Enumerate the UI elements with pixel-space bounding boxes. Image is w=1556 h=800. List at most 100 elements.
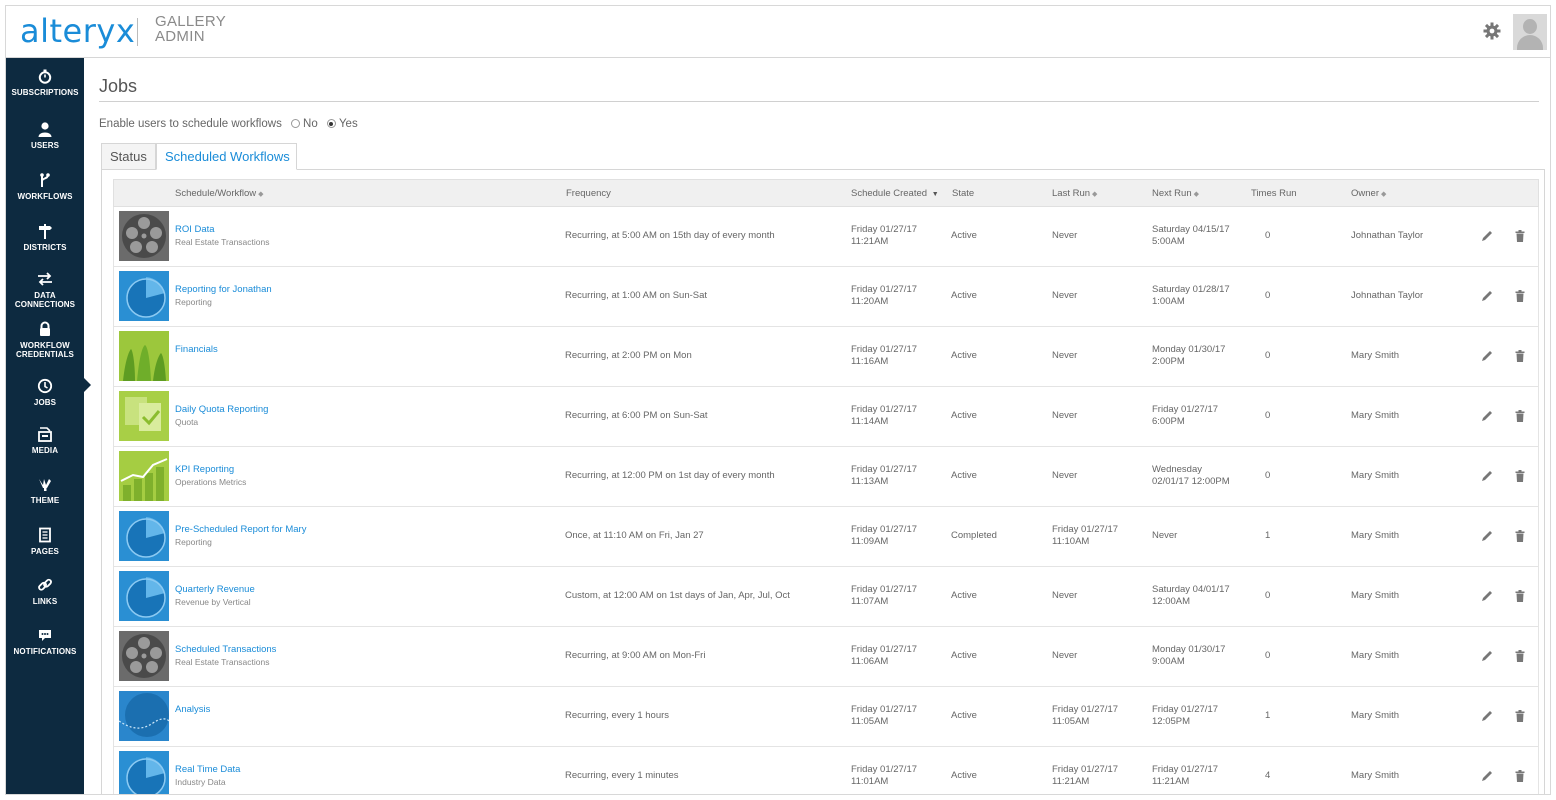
col-owner[interactable]: Owner ◆ — [1351, 188, 1386, 199]
last-run-line1: Friday 01/27/17 — [1052, 524, 1119, 535]
workflow-thumbnail[interactable] — [119, 391, 169, 441]
table-row[interactable]: Quarterly Revenue Revenue by Vertical Cust… — [113, 567, 1539, 627]
workflow-thumbnail[interactable] — [119, 331, 169, 381]
edit-pencil-icon[interactable] — [1480, 769, 1494, 783]
workflow-thumbnail[interactable] — [119, 631, 169, 681]
table-row[interactable]: Financials Recurring, at 2:00 PM on Mon Fr… — [113, 327, 1539, 387]
sidebar-item-workflow-credentials[interactable]: WORKFLOW CREDENTIALS — [6, 321, 84, 359]
alteryx-logo[interactable]: alteryx — [20, 12, 135, 50]
gear-icon[interactable] — [1482, 21, 1502, 41]
created-cell: Friday 01/27/17 11:21AM — [851, 224, 917, 248]
radio-yes-label[interactable]: Yes — [339, 118, 358, 130]
radio-no[interactable] — [291, 119, 301, 128]
col-times-run[interactable]: Times Run — [1251, 188, 1297, 199]
table-row[interactable]: ROI Data Real Estate Transactions Recurrin… — [113, 207, 1539, 267]
col-schedule-workflow[interactable]: Schedule/Workflow ◆ — [175, 188, 264, 199]
edit-pencil-icon[interactable] — [1480, 349, 1494, 363]
delete-trash-icon[interactable] — [1513, 289, 1527, 303]
workflow-name-link[interactable]: Reporting for Jonathan — [175, 284, 272, 296]
last-run-cell: Friday 01/27/17 11:21AM — [1052, 764, 1118, 788]
tab-status[interactable]: Status — [101, 143, 156, 170]
created-time: 11:09AM — [851, 536, 889, 547]
workflow-name-link[interactable]: Quarterly Revenue — [175, 584, 255, 596]
edit-pencil-icon[interactable] — [1480, 709, 1494, 723]
edit-pencil-icon[interactable] — [1480, 649, 1494, 663]
avatar[interactable] — [1513, 14, 1547, 50]
sidebar-item-label: USERS — [30, 141, 60, 150]
delete-trash-icon[interactable] — [1513, 349, 1527, 363]
workflow-name-link[interactable]: Scheduled Transactions — [175, 644, 276, 656]
workflow-name-link[interactable]: Analysis — [175, 704, 210, 716]
workflow-name-link[interactable]: ROI Data — [175, 224, 270, 236]
table-row[interactable]: Analysis Recurring, every 1 hours Friday 0… — [113, 687, 1539, 747]
frequency-cell: Custom, at 12:00 AM on 1st days of Jan, … — [565, 590, 790, 601]
edit-pencil-icon[interactable] — [1480, 289, 1494, 303]
sidebar-item-pages[interactable]: PAGES — [6, 527, 84, 556]
state-cell: Active — [951, 770, 977, 781]
col-state[interactable]: State — [952, 188, 974, 199]
owner-cell: Mary Smith — [1351, 650, 1400, 661]
sidebar-item-theme[interactable]: THEME — [6, 476, 84, 505]
delete-trash-icon[interactable] — [1513, 409, 1527, 423]
workflow-subtitle: Reporting — [175, 537, 212, 547]
next-run-cell: Saturday 01/28/17 1:00AM — [1152, 284, 1230, 308]
page-title: Jobs — [99, 76, 138, 96]
delete-trash-icon[interactable] — [1513, 589, 1527, 603]
sidebar-item-label: SUBSCRIPTIONS — [11, 88, 79, 97]
workflow-thumbnail[interactable] — [119, 571, 169, 621]
sidebar-item-users[interactable]: USERS — [6, 121, 84, 150]
col-last-run[interactable]: Last Run ◆ — [1052, 188, 1097, 199]
workflow-thumbnail[interactable] — [119, 691, 169, 741]
col-schedule-created[interactable]: Schedule Created ▼ — [851, 188, 939, 199]
sidebar-item-links[interactable]: LINKS — [6, 577, 84, 606]
sidebar-item-districts[interactable]: DISTRICTS — [6, 223, 84, 252]
sidebar-item-workflows[interactable]: WORKFLOWS — [6, 172, 84, 201]
next-run-cell: Wednesday 02/01/17 12:00PM — [1152, 464, 1230, 488]
sidebar-item-jobs[interactable]: JOBS — [6, 378, 84, 407]
workflow-thumbnail[interactable] — [119, 751, 169, 794]
workflow-name-link[interactable]: Real Time Data — [175, 764, 240, 776]
delete-trash-icon[interactable] — [1513, 469, 1527, 483]
workflow-thumbnail[interactable] — [119, 451, 169, 501]
table-row[interactable]: KPI Reporting Operations Metrics Recurring… — [113, 447, 1539, 507]
delete-trash-icon[interactable] — [1513, 649, 1527, 663]
workflow-name-link[interactable]: Financials — [175, 344, 218, 356]
edit-pencil-icon[interactable] — [1480, 229, 1494, 243]
next-run-line1: Never — [1152, 530, 1178, 541]
col-frequency[interactable]: Frequency — [566, 188, 611, 199]
sidebar-item-notifications[interactable]: NOTIFICATIONS — [6, 627, 84, 656]
delete-trash-icon[interactable] — [1513, 229, 1527, 243]
table-row[interactable]: Scheduled Transactions Real Estate Transa… — [113, 627, 1539, 687]
edit-pencil-icon[interactable] — [1480, 409, 1494, 423]
created-cell: Friday 01/27/17 11:09AM — [851, 524, 917, 548]
owner-cell: Mary Smith — [1351, 350, 1400, 361]
table-row[interactable]: Daily Quota Reporting Quota Recurring, at … — [113, 387, 1539, 447]
table-row[interactable]: Real Time Data Industry Data Recurring, ev… — [113, 747, 1539, 794]
delete-trash-icon[interactable] — [1513, 529, 1527, 543]
radio-no-label[interactable]: No — [303, 118, 318, 130]
workflow-name-link[interactable]: KPI Reporting — [175, 464, 246, 476]
next-run-line2: 9:00AM — [1152, 656, 1185, 667]
edit-pencil-icon[interactable] — [1480, 469, 1494, 483]
sidebar-item-data-connections[interactable]: DATA CONNECTIONS — [6, 271, 84, 309]
sidebar-item-subscriptions[interactable]: SUBSCRIPTIONS — [6, 68, 84, 97]
workflow-name-link[interactable]: Daily Quota Reporting — [175, 404, 268, 416]
workflow-thumbnail[interactable] — [119, 271, 169, 321]
tab-scheduled-workflows[interactable]: Scheduled Workflows — [156, 143, 297, 170]
sidebar-item-media[interactable]: MEDIA — [6, 426, 84, 455]
edit-pencil-icon[interactable] — [1480, 529, 1494, 543]
workflow-thumbnail[interactable] — [119, 511, 169, 561]
state-cell: Active — [951, 650, 977, 661]
col-next-run[interactable]: Next Run ◆ — [1152, 188, 1199, 199]
table-row[interactable]: Pre-Scheduled Report for Mary Reporting On… — [113, 507, 1539, 567]
radio-yes[interactable] — [326, 119, 336, 128]
delete-trash-icon[interactable] — [1513, 709, 1527, 723]
delete-trash-icon[interactable] — [1513, 769, 1527, 783]
active-nav-pointer — [84, 378, 91, 392]
table-row[interactable]: Reporting for Jonathan Reporting Recurring… — [113, 267, 1539, 327]
workflow-thumbnail[interactable] — [119, 211, 169, 261]
created-date: Friday 01/27/17 — [851, 584, 918, 595]
edit-pencil-icon[interactable] — [1480, 589, 1494, 603]
owner-cell: Mary Smith — [1351, 470, 1400, 481]
workflow-name-link[interactable]: Pre-Scheduled Report for Mary — [175, 524, 306, 536]
